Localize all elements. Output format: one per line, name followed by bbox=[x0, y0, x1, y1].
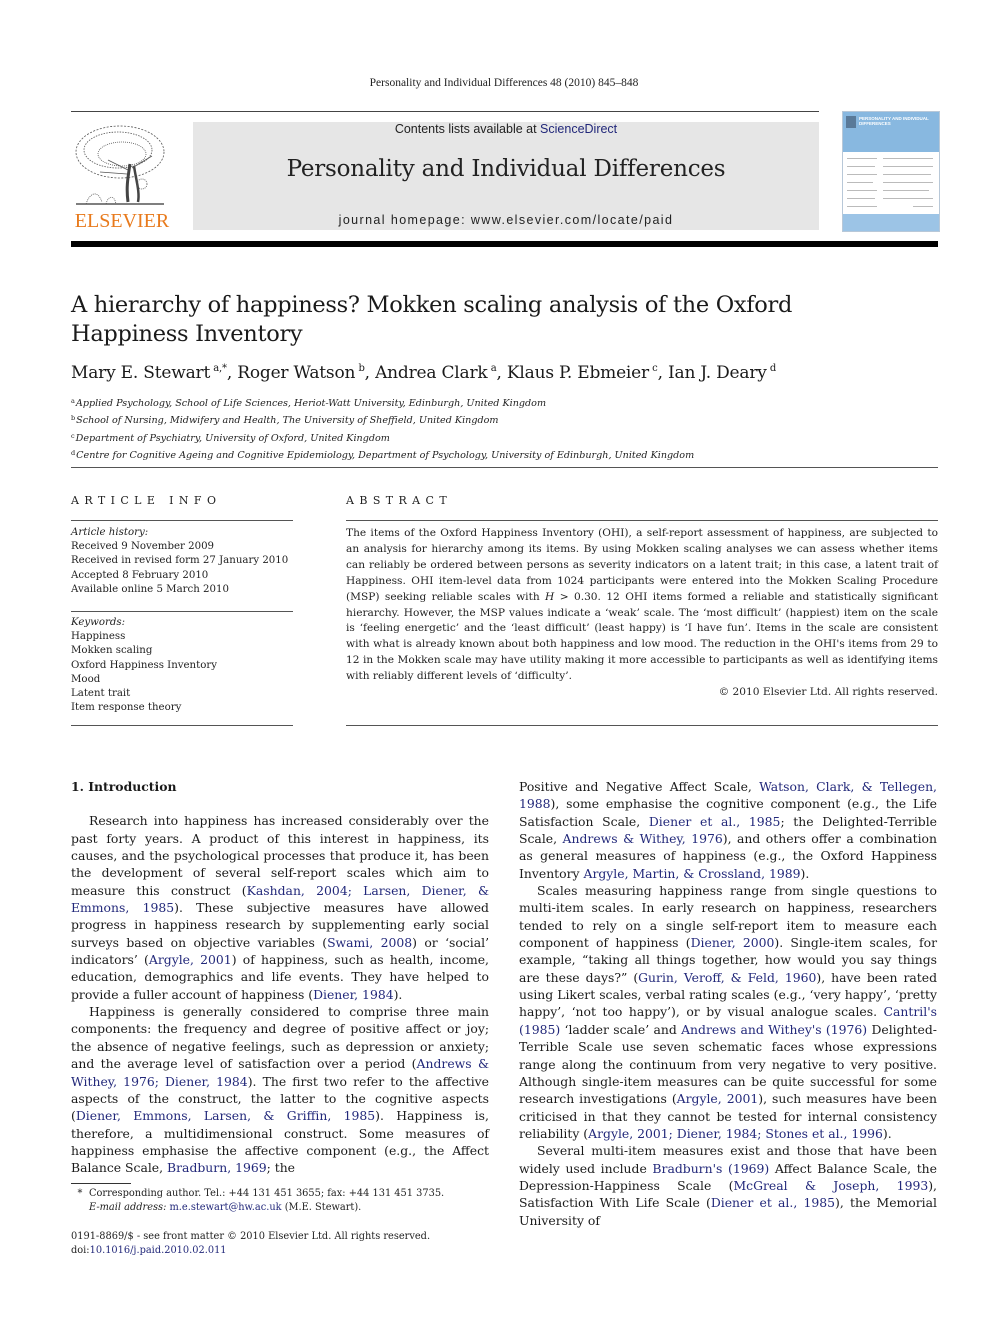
masthead-thick-rule bbox=[71, 241, 938, 247]
keyword: Oxford Happiness Inventory bbox=[71, 659, 217, 671]
cover-header: PERSONALITY AND INDIVIDUAL DIFFERENCES bbox=[843, 112, 939, 152]
section-divider bbox=[71, 467, 938, 468]
keyword: Mood bbox=[71, 673, 101, 685]
cover-title: PERSONALITY AND INDIVIDUAL DIFFERENCES bbox=[859, 116, 929, 126]
divider bbox=[71, 520, 293, 521]
history-item: Received 9 November 2009 bbox=[71, 541, 215, 553]
citation-link[interactable]: Swami, 2008 bbox=[327, 935, 412, 950]
author[interactable]: Ian J. Deary d bbox=[668, 363, 776, 383]
citation-link[interactable]: Bradburn's (1969) bbox=[652, 1161, 769, 1176]
affiliation: dCentre for Cognitive Ageing and Cogniti… bbox=[71, 448, 695, 461]
keyword: Happiness bbox=[71, 631, 126, 643]
citation-link[interactable]: McGreal & Joseph, 1993 bbox=[733, 1178, 928, 1193]
paragraph: Positive and Negative Affect Scale, Wats… bbox=[519, 778, 937, 882]
citation-link[interactable]: Diener, 1984 bbox=[313, 987, 394, 1002]
affiliation: aApplied Psychology, School of Life Scie… bbox=[71, 397, 547, 409]
affiliation: bSchool of Nursing, Midwifery and Health… bbox=[71, 414, 499, 427]
divider bbox=[346, 520, 938, 521]
affiliations: aApplied Psychology, School of Life Scie… bbox=[71, 394, 931, 463]
keyword: Latent trait bbox=[71, 688, 131, 700]
citation-link[interactable]: Diener et al., 1985 bbox=[711, 1195, 835, 1210]
journal-banner: Contents lists available at ScienceDirec… bbox=[193, 122, 819, 230]
citation-link[interactable]: Diener et al., 1985 bbox=[649, 814, 781, 829]
article-history: Article history: Received 9 November 200… bbox=[71, 526, 293, 597]
contents-line: Contents lists available at ScienceDirec… bbox=[193, 122, 819, 136]
body-column-left: 1. Introduction Research into happiness … bbox=[71, 778, 489, 1177]
keyword: Item response theory bbox=[71, 702, 182, 714]
abstract-text: The items of the Oxford Happiness Invent… bbox=[346, 527, 938, 683]
front-matter: 0191-8869/$ - see front matter © 2010 El… bbox=[71, 1230, 491, 1258]
issn-line: 0191-8869/$ - see front matter © 2010 El… bbox=[71, 1231, 431, 1242]
article-info-heading: ARTICLE INFO bbox=[71, 494, 222, 507]
keywords-label: Keywords: bbox=[71, 617, 126, 628]
doi-link[interactable]: 10.1016/j.paid.2010.02.011 bbox=[90, 1245, 227, 1256]
abstract-body: The items of the Oxford Happiness Invent… bbox=[346, 526, 938, 701]
history-item: Available online 5 March 2010 bbox=[71, 583, 229, 595]
article-title: A hierarchy of happiness? Mokken scaling… bbox=[71, 292, 793, 347]
citation-link[interactable]: Bradburn, 1969 bbox=[167, 1160, 267, 1175]
corresponding-author-footnote: * Corresponding author. Tel.: +44 131 451… bbox=[77, 1188, 445, 1213]
affiliation: cDepartment of Psychiatry, University of… bbox=[71, 431, 390, 444]
author[interactable]: Klaus P. Ebmeier c bbox=[507, 363, 658, 383]
body-text: Positive and Negative Affect Scale, bbox=[519, 779, 760, 794]
paragraph: Several multi-item measures exist and th… bbox=[519, 1142, 937, 1229]
paragraph: Scales measuring happiness range from si… bbox=[519, 882, 937, 1142]
running-head: Personality and Individual Differences 4… bbox=[369, 77, 639, 89]
abstract-copyright: © 2010 Elsevier Ltd. All rights reserved… bbox=[718, 686, 938, 699]
keyword: Mokken scaling bbox=[71, 645, 153, 657]
journal-cover-thumbnail[interactable]: PERSONALITY AND INDIVIDUAL DIFFERENCES bbox=[842, 111, 940, 232]
citation-link[interactable]: Argyle, 2001; Diener, 1984; Stones et al… bbox=[588, 1126, 883, 1141]
sciencedirect-link[interactable]: ScienceDirect bbox=[540, 122, 617, 136]
author[interactable]: Andrea Clark a bbox=[375, 363, 497, 383]
history-item: Received in revised form 27 January 2010 bbox=[71, 555, 289, 567]
paragraph: Research into happiness has increased co… bbox=[71, 812, 489, 1003]
email-link[interactable]: m.e.stewart@hw.ac.uk bbox=[170, 1202, 282, 1213]
body-text: ). bbox=[800, 865, 810, 881]
header-rule bbox=[71, 111, 819, 112]
cover-footer bbox=[843, 214, 939, 231]
paragraph: Happiness is generally considered to com… bbox=[71, 1003, 489, 1176]
contents-prefix: Contents lists available at bbox=[394, 122, 541, 136]
body-column-right: Positive and Negative Affect Scale, Wats… bbox=[519, 778, 937, 1229]
citation-link[interactable]: Argyle, 2001 bbox=[149, 952, 232, 967]
body-text: ; the bbox=[266, 1160, 296, 1176]
journal-homepage-link[interactable]: journal homepage: www.elsevier.com/locat… bbox=[193, 213, 819, 227]
history-label: Article history: bbox=[71, 527, 149, 538]
citation-link[interactable]: Argyle, 2001 bbox=[677, 1091, 759, 1106]
citation-link[interactable]: Diener, Emmons, Larsen, & Griffin, 1985 bbox=[76, 1108, 375, 1123]
author[interactable]: Mary E. Stewart a,* bbox=[71, 363, 227, 383]
body-text: ). bbox=[882, 1125, 892, 1141]
elsevier-wordmark: ELSEVIER bbox=[74, 210, 170, 232]
author[interactable]: Roger Watson b bbox=[237, 363, 365, 383]
footnote-rule bbox=[71, 1183, 131, 1184]
keywords: Keywords: Happiness Mokken scaling Oxfor… bbox=[71, 616, 293, 715]
elsevier-tree-icon bbox=[75, 125, 165, 205]
citation-link[interactable]: Diener, 2000 bbox=[691, 935, 775, 950]
body-text: ‘ladder scale’ and bbox=[560, 1021, 682, 1037]
author-list: Mary E. Stewart a,*, Roger Watson b, And… bbox=[71, 363, 777, 383]
citation-link[interactable]: Argyle, Martin, & Crossland, 1989 bbox=[584, 866, 801, 881]
elsevier-logo[interactable]: ELSEVIER bbox=[68, 118, 176, 233]
body-text: ). bbox=[393, 986, 403, 1002]
cover-logo-icon bbox=[846, 116, 856, 128]
section-heading: 1. Introduction bbox=[71, 779, 177, 794]
abstract-heading: ABSTRACT bbox=[346, 494, 453, 507]
divider bbox=[71, 611, 293, 612]
citation-link[interactable]: Andrews and Withey's (1976) bbox=[681, 1022, 867, 1037]
citation-link[interactable]: Gurin, Veroff, & Feld, 1960 bbox=[638, 970, 816, 985]
journal-title: Personality and Individual Differences bbox=[286, 156, 726, 182]
divider bbox=[346, 725, 938, 726]
history-item: Accepted 8 February 2010 bbox=[71, 569, 209, 581]
cover-contents bbox=[843, 152, 939, 214]
divider bbox=[71, 725, 293, 726]
citation-link[interactable]: Andrews & Withey, 1976 bbox=[563, 831, 723, 846]
